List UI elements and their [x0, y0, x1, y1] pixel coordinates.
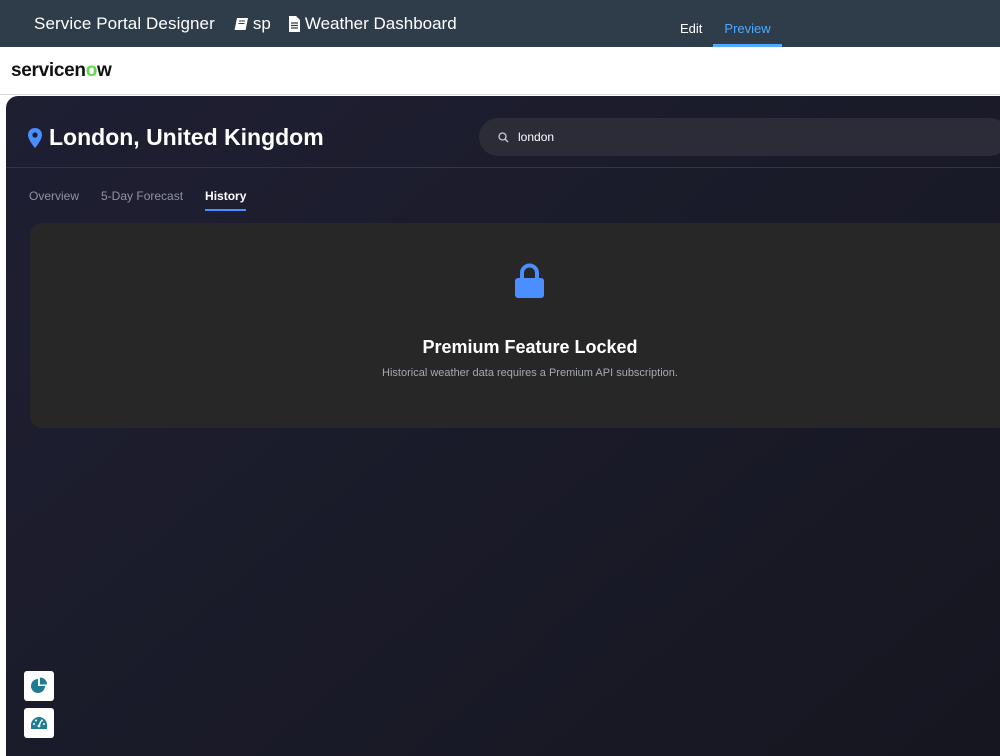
mode-tabs: Edit Preview	[669, 0, 782, 47]
logo-text-o: o	[85, 59, 98, 81]
file-icon	[288, 15, 300, 32]
forecast-tabs: Overview 5-Day Forecast History	[29, 189, 268, 211]
pie-chart-icon	[31, 677, 47, 693]
gauge-icon	[31, 717, 47, 729]
designer-toolbar: Service Portal Designer sp Weather Dashb…	[0, 0, 1000, 47]
portal-name: sp	[252, 13, 271, 33]
gauge-button[interactable]	[24, 708, 54, 738]
tab-overview[interactable]: Overview	[29, 189, 79, 211]
servicenow-logo[interactable]: servicen o w	[11, 60, 112, 82]
portal-breadcrumb[interactable]: sp	[234, 14, 271, 34]
dashboard-header: London, United Kingdom	[6, 96, 1000, 168]
page-breadcrumb[interactable]: Weather Dashboard	[288, 14, 457, 34]
app-title: Service Portal Designer	[34, 13, 215, 33]
tab-5-day-forecast[interactable]: 5-Day Forecast	[101, 189, 183, 211]
locked-title: Premium Feature Locked	[422, 337, 638, 357]
lock-icon	[515, 263, 544, 298]
book-icon	[234, 17, 248, 30]
tab-edit[interactable]: Edit	[669, 0, 713, 47]
locked-description: Historical weather data requires a Premi…	[382, 367, 678, 379]
tab-preview[interactable]: Preview	[713, 0, 782, 47]
search-input[interactable]	[518, 130, 918, 144]
tab-history[interactable]: History	[205, 189, 247, 211]
weather-dashboard: London, United Kingdom Overview 5-Day Fo…	[6, 96, 1000, 756]
location-title: London, United Kingdom	[28, 124, 324, 151]
pie-chart-button[interactable]	[24, 671, 54, 701]
premium-locked-card: Premium Feature Locked Historical weathe…	[30, 223, 1000, 428]
search-icon	[498, 131, 509, 142]
location-name: London, United Kingdom	[49, 124, 324, 150]
logo-text-a: servicen	[11, 59, 86, 81]
page-name: Weather Dashboard	[304, 13, 457, 33]
logo-text-b: w	[97, 59, 112, 81]
city-search	[479, 118, 1000, 156]
portal-header: servicen o w	[0, 47, 1000, 95]
map-marker-icon	[28, 127, 42, 148]
